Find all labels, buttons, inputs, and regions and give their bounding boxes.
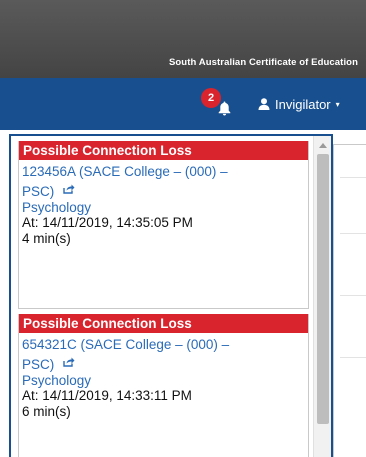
top-header: South Australian Certificate of Educatio… bbox=[0, 0, 366, 78]
scroll-up-button[interactable] bbox=[314, 140, 331, 152]
notification-title: Possible Connection Loss bbox=[19, 141, 308, 160]
notification-title: Possible Connection Loss bbox=[19, 314, 308, 333]
chevron-down-icon: ▾ bbox=[335, 99, 340, 109]
notification-list: Possible Connection Loss 123456A (SACE C… bbox=[18, 141, 309, 457]
external-link-icon[interactable] bbox=[63, 354, 75, 372]
duration: 4 min(s) bbox=[22, 231, 71, 246]
user-icon bbox=[258, 98, 270, 110]
timestamp: At: 14/11/2019, 14:35:05 PM bbox=[22, 215, 193, 230]
notification-item: Possible Connection Loss 654321C (SACE C… bbox=[18, 314, 309, 457]
scrollbar[interactable] bbox=[313, 136, 331, 457]
scrollbar-thumb[interactable] bbox=[317, 154, 329, 424]
notification-item: Possible Connection Loss 123456A (SACE C… bbox=[18, 141, 309, 309]
user-menu[interactable]: Invigilator ▾ bbox=[258, 94, 340, 114]
background-table-fragment bbox=[333, 144, 366, 457]
user-menu-label: Invigilator bbox=[275, 96, 331, 112]
bell-icon bbox=[218, 101, 231, 116]
timestamp: At: 14/11/2019, 14:33:11 PM bbox=[22, 388, 192, 403]
student-link-cont[interactable]: PSC) bbox=[22, 184, 54, 199]
subject-label: Psychology bbox=[22, 373, 92, 388]
student-link-cont[interactable]: PSC) bbox=[22, 357, 54, 372]
subject-label: Psychology bbox=[22, 200, 92, 215]
external-link-icon[interactable] bbox=[63, 181, 75, 199]
duration: 6 min(s) bbox=[22, 404, 71, 419]
brand-title: South Australian Certificate of Educatio… bbox=[168, 57, 358, 68]
student-link[interactable]: 123456A (SACE College – (000) – bbox=[22, 163, 308, 181]
notifications-dropdown: Possible Connection Loss 123456A (SACE C… bbox=[9, 134, 333, 457]
student-link[interactable]: 654321C (SACE College – (000) – bbox=[22, 336, 308, 354]
notifications-button[interactable]: 2 bbox=[200, 88, 236, 120]
navbar: 2 Invigilator ▾ bbox=[0, 78, 366, 130]
chevron-up-icon bbox=[319, 143, 327, 148]
